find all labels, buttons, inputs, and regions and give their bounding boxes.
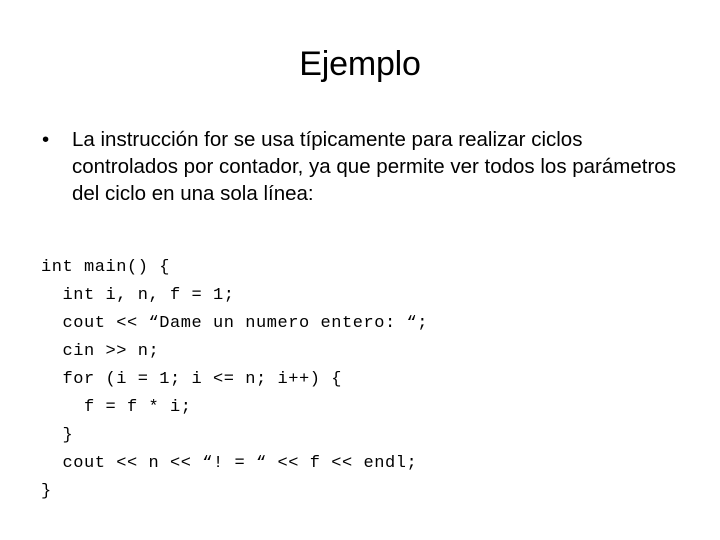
- code-line: int main() {: [41, 258, 171, 277]
- bullet-item-label: La instrucción for se usa típicamente pa…: [72, 128, 676, 205]
- code-block: int main() { int i, n, f = 1; cout << “D…: [41, 254, 681, 506]
- code-line: }: [41, 482, 52, 501]
- code-line: f = f * i;: [41, 398, 192, 417]
- code-line: cin >> n;: [41, 342, 160, 361]
- slide: Ejemplo • La instrucción for se usa típi…: [0, 0, 720, 540]
- code-line: int i, n, f = 1;: [41, 286, 235, 305]
- bullet-point-icon: •: [42, 128, 50, 151]
- bullet-list: • La instrucción for se usa típicamente …: [36, 126, 686, 207]
- code-line: cout << “Dame un numero entero: “;: [41, 314, 429, 333]
- code-line: }: [41, 426, 74, 445]
- page-title: Ejemplo: [299, 45, 421, 83]
- code-line: for (i = 1; i <= n; i++) {: [41, 370, 343, 389]
- list-item: • La instrucción for se usa típicamente …: [36, 126, 686, 207]
- code-line: cout << n << “! = “ << f << endl;: [41, 454, 418, 473]
